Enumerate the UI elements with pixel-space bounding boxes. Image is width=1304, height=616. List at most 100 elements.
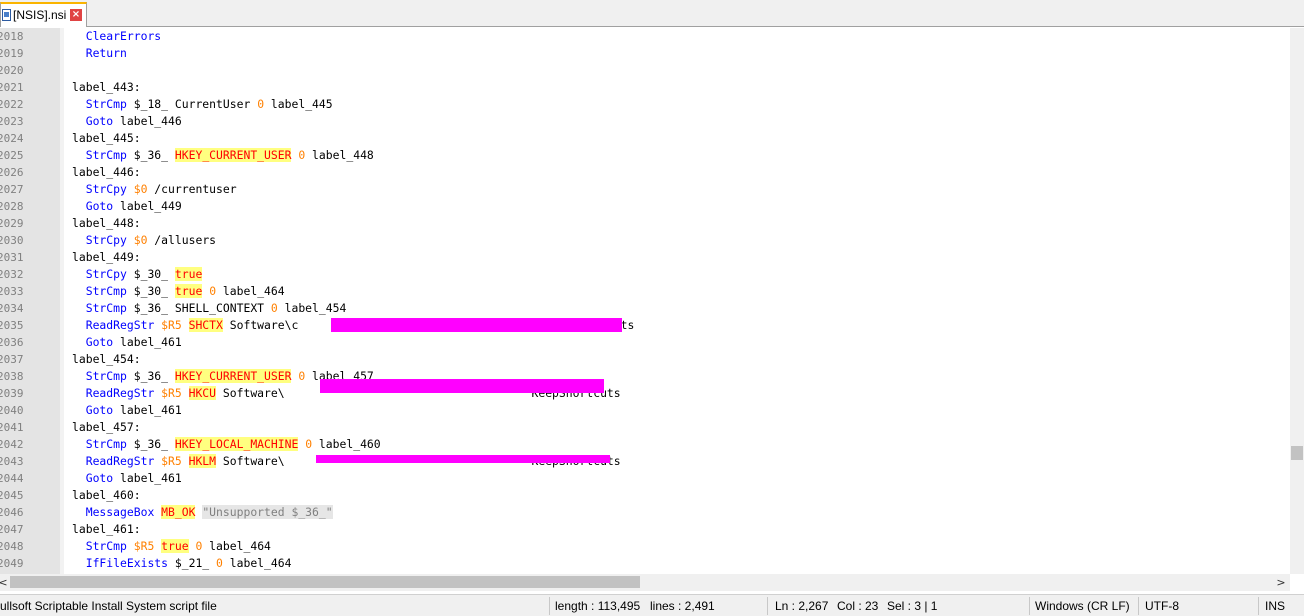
code-token: StrCmp xyxy=(85,539,127,553)
code-line: Goto label_461 xyxy=(72,334,182,351)
line-number: 2035 xyxy=(0,319,24,332)
code-token: StrCmp xyxy=(85,369,127,383)
vertical-scrollbar[interactable] xyxy=(1290,28,1304,574)
scroll-left-icon[interactable]: < xyxy=(0,574,8,591)
line-number: 2046 xyxy=(0,506,24,519)
code-line: label_446: xyxy=(72,164,141,181)
code-token: $0 xyxy=(133,182,148,196)
code-line: StrCpy $0 /allusers xyxy=(72,232,216,249)
code-token: $R5 xyxy=(161,386,182,400)
code-token: SHCTX xyxy=(188,318,223,332)
line-number: 2030 xyxy=(0,234,24,247)
code-token: label_461 xyxy=(113,335,182,349)
scroll-right-icon[interactable]: > xyxy=(1276,574,1286,591)
code-token: label_443: xyxy=(72,80,141,94)
code-token: label_446 xyxy=(113,114,182,128)
code-token: label_460 xyxy=(312,437,381,451)
file-icon xyxy=(2,9,11,21)
horizontal-scrollbar-thumb[interactable] xyxy=(10,576,640,588)
code-token: /allusers xyxy=(147,233,217,247)
line-number: 2024 xyxy=(0,132,24,145)
line-number: 2032 xyxy=(0,268,24,281)
line-number: 2022 xyxy=(0,98,24,111)
code-token: label_445: xyxy=(72,131,141,145)
code-token: label_445 xyxy=(264,97,333,111)
code-token: 0 xyxy=(216,556,223,570)
code-token: $_36_ xyxy=(126,148,175,162)
code-token: MB_OK xyxy=(161,505,196,519)
code-token: StrCmp xyxy=(85,284,127,298)
code-line: Goto label_461 xyxy=(72,402,182,419)
code-line: label_443: xyxy=(72,79,141,96)
code-line: label_448: xyxy=(72,215,141,232)
code-token: Goto xyxy=(85,199,114,213)
code-line: StrCpy $_30_ true xyxy=(72,266,203,283)
line-number: 2023 xyxy=(0,115,24,128)
status-divider xyxy=(1258,597,1259,615)
code-token: HKEY_CURRENT_USER xyxy=(174,148,292,162)
line-number: 2049 xyxy=(0,557,24,570)
vertical-scrollbar-thumb[interactable] xyxy=(1291,446,1303,460)
code-token: $_36_ xyxy=(126,437,175,451)
code-line: label_454: xyxy=(72,351,141,368)
code-line: Return xyxy=(72,45,127,62)
code-token: Goto xyxy=(85,471,114,485)
code-line: StrCmp $_18_ CurrentUser 0 label_445 xyxy=(72,96,333,113)
code-token: HKCU xyxy=(188,386,217,400)
line-number: 2040 xyxy=(0,404,24,417)
code-token: $_18_ CurrentUser xyxy=(126,97,258,111)
code-editor[interactable]: 2018 2019 2020 2021 2022 2023 2024 2025 2026 2027… xyxy=(0,28,1304,574)
code-token: HKEY_LOCAL_MACHINE xyxy=(174,437,299,451)
code-token: "Unsupported $_36_" xyxy=(202,505,333,519)
close-icon[interactable]: × xyxy=(70,9,82,21)
line-number: 2026 xyxy=(0,166,24,179)
code-line: StrCmp $_30_ true 0 label_464 xyxy=(72,283,285,300)
code-token: label_446: xyxy=(72,165,141,179)
line-number: 2031 xyxy=(0,251,24,264)
status-eol[interactable]: Windows (CR LF) xyxy=(1035,599,1130,613)
code-token: ClearErrors xyxy=(85,29,162,43)
code-token: $_36_ SHELL_CONTEXT xyxy=(126,301,271,315)
line-number: 2045 xyxy=(0,489,24,502)
code-token: label_449 xyxy=(113,199,182,213)
redaction-bar xyxy=(316,455,610,463)
redaction-bar xyxy=(320,379,604,393)
status-column: Col : 23 xyxy=(837,599,879,613)
code-token: /currentuser xyxy=(147,182,237,196)
status-insert-mode[interactable]: INS xyxy=(1265,599,1285,613)
code-token: HKLM xyxy=(188,454,217,468)
status-length: length : 113,495 xyxy=(555,599,641,613)
code-token: label_454 xyxy=(277,301,347,315)
line-number: 2034 xyxy=(0,302,24,315)
code-token: label_461: xyxy=(72,522,141,536)
code-line: StrCmp $_36_ HKEY_CURRENT_USER 0 label_4… xyxy=(72,147,374,164)
status-divider xyxy=(1138,597,1139,615)
code-token: StrCmp xyxy=(85,301,127,315)
line-number: 2029 xyxy=(0,217,24,230)
status-encoding[interactable]: UTF-8 xyxy=(1145,599,1179,613)
code-token: label_464 xyxy=(202,539,271,553)
tab-title: [NSIS].nsi xyxy=(13,8,67,22)
code-token: $_21_ xyxy=(168,556,217,570)
code-line: label_449: xyxy=(72,249,141,266)
code-line: label_460: xyxy=(72,487,141,504)
code-token: label_457: xyxy=(72,420,141,434)
line-number: 2036 xyxy=(0,336,24,349)
file-tab[interactable]: [NSIS].nsi × xyxy=(0,2,87,27)
code-token: true xyxy=(161,539,189,553)
code-token: label_461 xyxy=(113,403,182,417)
